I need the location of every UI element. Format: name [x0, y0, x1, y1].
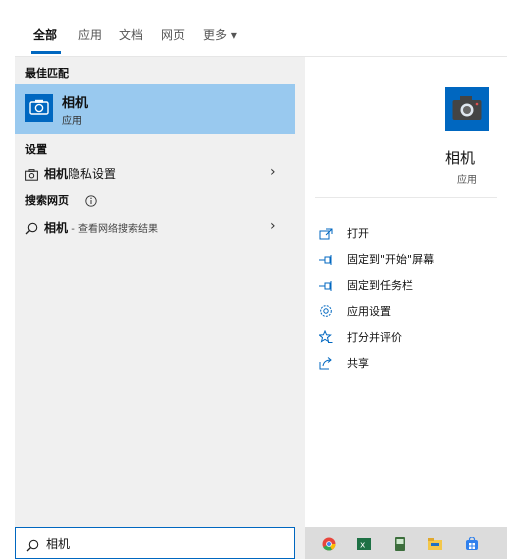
taskbar: x — [305, 527, 507, 559]
camera-app-icon — [445, 87, 489, 131]
action-rate-label: 打分并评价 — [347, 331, 402, 344]
action-open[interactable]: 打开 — [319, 222, 499, 244]
best-match-heading: 最佳匹配 — [25, 67, 69, 80]
web-section-heading-row: 搜索网页 — [15, 187, 295, 207]
rate-icon — [318, 329, 333, 348]
action-pin-taskbar[interactable]: 固定到任务栏 — [319, 274, 499, 296]
share-icon — [319, 355, 333, 374]
results-pane: 最佳匹配 相机 应用 设置 相机隐私设置 › 搜索网页 相机 - 查看网络搜索结… — [15, 57, 295, 527]
action-pin-taskbar-label: 固定到任务栏 — [347, 279, 413, 292]
settings-heading: 设置 — [25, 143, 47, 156]
svg-text:x: x — [360, 541, 366, 551]
detail-pane: 相机 应用 打开 固定到"开始"屏幕 固定到任务栏 应用设置 打分并评价 共享 — [305, 57, 507, 527]
file-explorer-icon[interactable] — [428, 536, 442, 550]
detail-app-name: 相机 — [445, 149, 476, 167]
chrome-icon[interactable] — [322, 536, 336, 551]
info-icon[interactable] — [85, 192, 97, 211]
pin-taskbar-icon — [319, 277, 333, 296]
active-tab-indicator — [31, 51, 61, 54]
gear-icon — [319, 303, 333, 322]
settings-result[interactable]: 相机隐私设置 › — [15, 160, 295, 186]
action-app-settings-label: 应用设置 — [347, 305, 391, 318]
filter-tabs: 全部 应用 文档 网页 更多 ▾ — [15, 0, 507, 57]
action-pin-start[interactable]: 固定到"开始"屏幕 — [319, 248, 499, 270]
action-open-label: 打开 — [347, 227, 369, 240]
action-pin-start-label: 固定到"开始"屏幕 — [347, 253, 435, 266]
action-share[interactable]: 共享 — [319, 352, 499, 374]
pin-start-icon — [319, 251, 333, 270]
tab-web[interactable]: 网页 — [161, 26, 185, 43]
divider — [315, 197, 497, 198]
search-icon — [26, 537, 39, 556]
chevron-right-icon[interactable]: › — [270, 218, 276, 234]
web-result-label: 相机 - 查看网络搜索结果 — [44, 219, 158, 236]
web-result-rest: - 查看网络搜索结果 — [68, 224, 158, 235]
best-match-type: 应用 — [62, 116, 82, 127]
action-share-label: 共享 — [347, 357, 369, 370]
best-match-name: 相机 — [62, 96, 89, 111]
search-input[interactable] — [46, 533, 281, 553]
chevron-right-icon[interactable]: › — [270, 164, 276, 180]
store-icon[interactable] — [465, 536, 479, 550]
action-rate[interactable]: 打分并评价 — [318, 326, 499, 348]
tab-all[interactable]: 全部 — [33, 26, 57, 43]
settings-result-rest: 隐私设置 — [68, 167, 117, 181]
web-result[interactable]: 相机 - 查看网络搜索结果 › — [15, 214, 295, 240]
search-box[interactable] — [15, 527, 295, 559]
tab-documents[interactable]: 文档 — [119, 26, 143, 43]
best-match-result[interactable]: 相机 应用 — [15, 84, 295, 134]
search-icon — [25, 220, 38, 239]
search-window: 全部 应用 文档 网页 更多 ▾ 最佳匹配 相机 应用 设置 相机隐私设置 › … — [15, 0, 507, 559]
action-app-settings[interactable]: 应用设置 — [319, 300, 499, 322]
settings-result-label: 相机隐私设置 — [44, 165, 116, 182]
camera-icon — [25, 94, 53, 122]
tab-more[interactable]: 更多 ▾ — [203, 26, 237, 43]
web-heading: 搜索网页 — [25, 194, 69, 207]
open-icon — [319, 225, 333, 244]
tab-apps[interactable]: 应用 — [78, 26, 102, 43]
settings-result-bold: 相机 — [44, 167, 69, 181]
app-icon[interactable] — [393, 536, 407, 551]
excel-icon[interactable]: x — [357, 536, 371, 551]
web-result-bold: 相机 — [44, 221, 69, 235]
detail-app-type: 应用 — [457, 175, 477, 186]
camera-outline-icon — [25, 166, 38, 185]
